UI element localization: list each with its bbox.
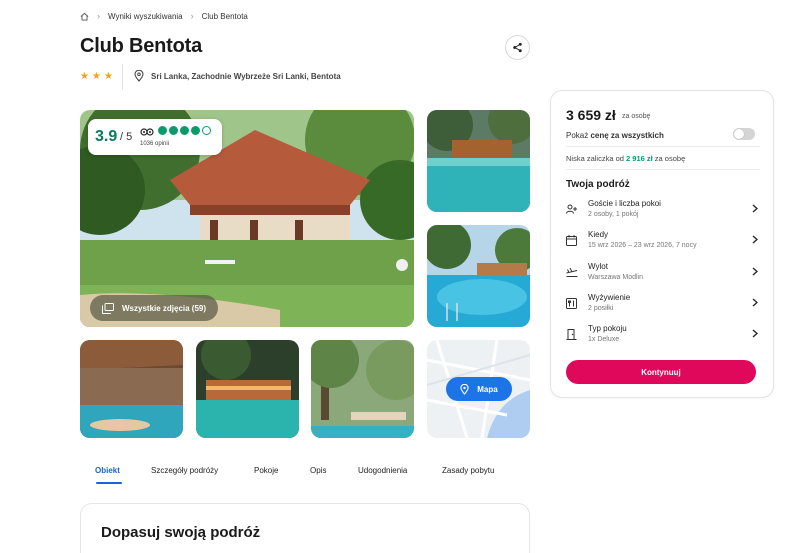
calendar-icon	[566, 235, 577, 246]
price: 3 659 zł	[566, 107, 616, 123]
door-icon	[566, 329, 577, 340]
chevron-right-icon: ›	[97, 11, 100, 21]
breadcrumb: › Wyniki wyszukiwania › Club Bentota	[80, 11, 248, 21]
divider	[122, 64, 123, 90]
photo-pool-day[interactable]	[427, 225, 530, 327]
trip-row-guests[interactable]: Goście i liczba pokoi 2 osoby, 1 pokój	[566, 199, 760, 225]
trip-row-flight[interactable]: Wylot Warszawa Modlin	[566, 262, 760, 288]
map-button[interactable]: Mapa	[446, 377, 512, 401]
photo-pool-night[interactable]	[196, 340, 299, 438]
section-tabs: Obiekt Szczegóły podróży Pokoje Opis Udo…	[80, 462, 530, 488]
home-icon[interactable]	[80, 12, 89, 21]
location-text: Sri Lanka, Zachodnie Wybrzeże Sri Lanki,…	[151, 71, 341, 81]
trip-row-title: Kiedy	[588, 230, 609, 239]
trip-row-title: Goście i liczba pokoi	[588, 199, 661, 208]
trip-row-dates[interactable]: Kiedy 15 wrz 2026 – 23 wrz 2026, 7 nocy	[566, 230, 760, 256]
rating-dot-empty	[202, 126, 211, 135]
tab-opis[interactable]: Opis	[310, 466, 326, 475]
rating-score: 3.9	[95, 128, 118, 145]
tripadvisor-icon	[140, 128, 154, 136]
divider	[566, 169, 760, 170]
customize-trip-section: Dopasuj swoją podróż	[80, 503, 530, 553]
rating-dot-filled	[180, 126, 189, 135]
all-photos-label: Wszystkie zdjęcia (59)	[122, 303, 207, 313]
tab-zasady-pobytu[interactable]: Zasady pobytu	[442, 466, 494, 475]
tab-obiekt[interactable]: Obiekt	[95, 466, 120, 475]
tab-pokoje[interactable]: Pokoje	[254, 466, 278, 475]
trip-row-title: Typ pokoju	[588, 324, 627, 333]
chevron-right-icon	[752, 329, 758, 338]
gallery-icon	[102, 302, 114, 314]
all-photos-button[interactable]: Wszystkie zdjęcia (59)	[90, 295, 219, 321]
section-title: Dopasuj swoją podróż	[101, 524, 261, 541]
guests-icon	[566, 204, 577, 214]
trip-title: Twoja podróż	[566, 179, 630, 190]
share-button[interactable]	[505, 35, 530, 60]
star-icon: ★	[91, 71, 101, 82]
map-pin-icon	[460, 383, 469, 395]
chevron-right-icon	[752, 267, 758, 276]
trip-row-value: 1x Deluxe	[588, 336, 620, 343]
rating-dots	[158, 126, 211, 135]
plane-icon	[566, 267, 578, 277]
trip-row-value: 2 posiłki	[588, 305, 614, 312]
chevron-right-icon	[752, 235, 758, 244]
trip-row-value: Warszawa Modlin	[588, 274, 643, 281]
share-icon	[513, 42, 522, 53]
divider	[566, 146, 760, 147]
photo-garden-pool[interactable]	[311, 340, 414, 438]
review-count: 1036 opinii	[140, 141, 170, 147]
star-rating: ★ ★ ★	[80, 71, 113, 82]
price-unit: za osobę	[622, 113, 651, 120]
chevron-right-icon: ›	[190, 11, 194, 21]
star-icon: ★	[80, 71, 89, 82]
total-price-toggle[interactable]	[733, 128, 755, 140]
trip-row-value: 2 osoby, 1 pokój	[588, 211, 639, 218]
rating-dot-filled	[158, 126, 167, 135]
photo-pool-evening[interactable]	[427, 110, 530, 212]
continue-button[interactable]: Kontynuuj	[566, 360, 756, 384]
breadcrumb-current: Club Bentota	[201, 11, 248, 21]
photo-sunbathing[interactable]	[80, 340, 183, 438]
star-icon: ★	[103, 71, 113, 82]
map-label: Mapa	[477, 384, 498, 394]
deposit-info: Niska zaliczka od 2 916 zł za osobę	[566, 154, 686, 163]
total-price-label: Pokaż cenę za wszystkich	[566, 131, 664, 140]
rating-card[interactable]: 3.9 / 5 1036 opinii	[88, 119, 222, 155]
location: Sri Lanka, Zachodnie Wybrzeże Sri Lanki,…	[134, 70, 341, 82]
breadcrumb-link-results[interactable]: Wyniki wyszukiwania	[108, 12, 183, 21]
trip-row-meals[interactable]: Wyżywienie 2 posiłki	[566, 293, 760, 319]
trip-row-room[interactable]: Typ pokoju 1x Deluxe	[566, 324, 760, 350]
rating-dot-filled	[169, 126, 178, 135]
active-tab-indicator	[96, 482, 122, 484]
meal-icon	[566, 298, 577, 309]
chevron-right-icon	[752, 298, 758, 307]
tab-udogodnienia[interactable]: Udogodnienia	[358, 466, 407, 475]
rating-max: / 5	[120, 131, 133, 143]
page-title: Club Bentota	[80, 35, 203, 57]
rating-dot-filled	[191, 126, 200, 135]
location-pin-icon	[134, 70, 144, 82]
chevron-right-icon	[752, 204, 758, 213]
tab-szczegoly-podrozy[interactable]: Szczegóły podróży	[151, 466, 218, 475]
trip-row-title: Wylot	[588, 262, 608, 271]
trip-row-title: Wyżywienie	[588, 293, 631, 302]
booking-panel: 3 659 zł za osobę Pokaż cenę za wszystki…	[550, 90, 774, 398]
trip-row-value: 15 wrz 2026 – 23 wrz 2026, 7 nocy	[588, 242, 697, 249]
